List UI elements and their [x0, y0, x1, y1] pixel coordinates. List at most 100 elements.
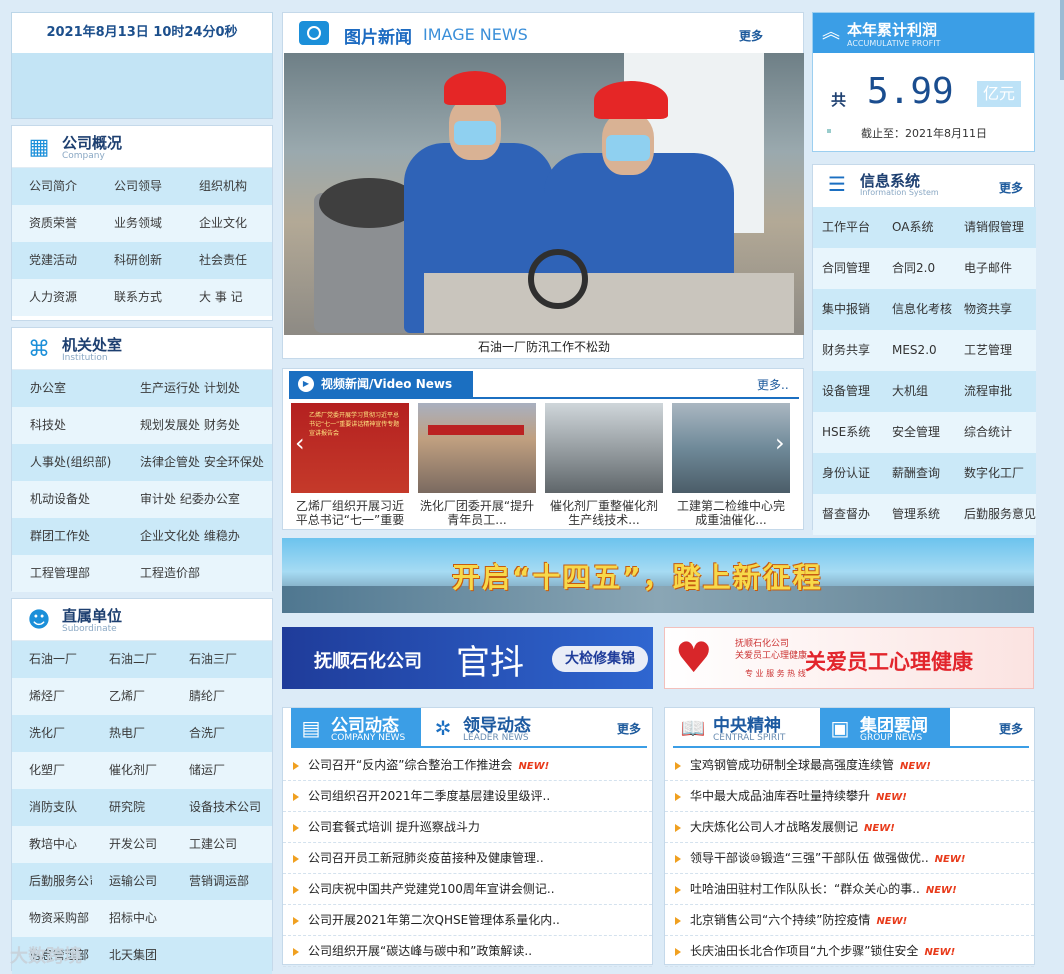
- info-system-link[interactable]: 集中报销: [813, 289, 883, 330]
- banner-mental-health[interactable]: ♥ 抚顺石化公司 关爱员工心理健康 专 业 服 务 热 线 关爱员工心理健康: [664, 627, 1034, 689]
- info-system-link[interactable]: 工作平台: [813, 207, 883, 248]
- nav-link[interactable]: 规划发展处 财务处: [122, 407, 272, 444]
- nav-link[interactable]: 人事处(组织部): [12, 444, 122, 481]
- nav-link[interactable]: 业务领域: [97, 205, 182, 242]
- image-news-caption[interactable]: 石油一厂防汛工作不松劲: [284, 335, 804, 359]
- info-system-link[interactable]: 数字化工厂: [955, 453, 1036, 494]
- video-caption-2[interactable]: 洗化厂团委开展“提升青年员工...: [418, 499, 536, 527]
- nav-link[interactable]: 群团工作处: [12, 518, 122, 555]
- info-system-link[interactable]: 薪酬查询: [883, 453, 955, 494]
- tab-central-spirit[interactable]: 📖 中央精神 CENTRAL SPIRIT: [673, 708, 818, 748]
- news-item[interactable]: 公司组织召开2021年二季度基层建设里级评..: [283, 781, 652, 812]
- news-item[interactable]: 华中最大成品油库吞吐量持续攀升 NEW!: [665, 781, 1034, 812]
- nav-link[interactable]: 热电厂: [92, 715, 172, 752]
- nav-link[interactable]: 办公室: [12, 370, 122, 407]
- video-caption-1[interactable]: 乙烯厂组织开展习近平总书记“七一”重要讲话: [291, 499, 409, 527]
- nav-link[interactable]: 生产运行处 计划处: [122, 370, 272, 407]
- nav-link[interactable]: 北天集团: [92, 937, 172, 974]
- nav-link[interactable]: 设备技术公司: [172, 789, 272, 826]
- video-thumb-2[interactable]: [418, 403, 536, 493]
- nav-link[interactable]: 大 事 记: [182, 279, 272, 316]
- nav-link[interactable]: 腈纶厂: [172, 678, 272, 715]
- tab-group-news[interactable]: ▣ 集团要闻 GROUP NEWS: [820, 708, 950, 748]
- info-system-link[interactable]: 电子邮件: [955, 248, 1036, 289]
- info-system-link[interactable]: 合同2.0: [883, 248, 955, 289]
- nav-link[interactable]: 资质荣誉: [12, 205, 97, 242]
- banner-14th-five-year[interactable]: 开启“十四五”，踏上新征程: [282, 538, 1034, 613]
- news-item[interactable]: 公司组织开展“碳达峰与碳中和”政策解读..: [283, 936, 652, 967]
- chevron-right-icon[interactable]: ›: [775, 429, 785, 457]
- nav-link[interactable]: 合洗厂: [172, 715, 272, 752]
- news-item[interactable]: 吐哈油田驻村工作队队长：“群众关心的事.. NEW!: [665, 874, 1034, 905]
- video-caption-4[interactable]: 工建第二检维中心完成重油催化...: [672, 499, 790, 527]
- image-news-more-link[interactable]: 更多: [739, 27, 763, 44]
- info-system-link[interactable]: 合同管理: [813, 248, 883, 289]
- nav-link[interactable]: 烯烃厂: [12, 678, 92, 715]
- nav-link[interactable]: 研究院: [92, 789, 172, 826]
- news-item[interactable]: 公司召开员工新冠肺炎疫苗接种及健康管理..: [283, 843, 652, 874]
- nav-link[interactable]: 法律企管处 安全环保处: [122, 444, 272, 481]
- nav-link[interactable]: 消防支队: [12, 789, 92, 826]
- info-system-link[interactable]: HSE系统: [813, 412, 883, 453]
- nav-link[interactable]: 洗化厂: [12, 715, 92, 752]
- info-system-link[interactable]: 工艺管理: [955, 330, 1036, 371]
- nav-link[interactable]: 乙烯厂: [92, 678, 172, 715]
- video-thumb-3[interactable]: [545, 403, 663, 493]
- nav-link[interactable]: 公司简介: [12, 168, 97, 205]
- video-thumb-1[interactable]: 乙烯厂党委开展学习贯彻习近平总书记“七一”重要讲话精神宣传专题宣讲报告会: [291, 403, 409, 493]
- nav-link[interactable]: 科技处: [12, 407, 122, 444]
- nav-link[interactable]: 科研创新: [97, 242, 182, 279]
- nav-link[interactable]: 企业文化处 维稳办: [122, 518, 272, 555]
- video-caption-3[interactable]: 催化剂厂重整催化剂生产线技术...: [545, 499, 663, 527]
- info-system-link[interactable]: 物资共享: [955, 289, 1036, 330]
- video-news-more-link[interactable]: 更多..: [757, 376, 789, 393]
- image-news-photo[interactable]: [284, 53, 804, 335]
- scrollbar[interactable]: [1060, 0, 1064, 80]
- info-system-link[interactable]: 请销假管理: [955, 207, 1036, 248]
- info-system-link[interactable]: 后勤服务意见: [955, 494, 1036, 535]
- chevron-left-icon[interactable]: ‹: [295, 429, 305, 457]
- nav-link[interactable]: 化塑厂: [12, 752, 92, 789]
- nav-link[interactable]: 催化剂厂: [92, 752, 172, 789]
- nav-link[interactable]: 储运厂: [172, 752, 272, 789]
- company-news-more-link[interactable]: 更多: [617, 720, 641, 737]
- news-item[interactable]: 长庆油田长北合作项目“九个步骤”锁住安全 NEW!: [665, 936, 1034, 967]
- news-item[interactable]: 公司庆祝中国共产党建党100周年宣讲会侧记..: [283, 874, 652, 905]
- nav-link[interactable]: 社会责任: [182, 242, 272, 279]
- nav-link[interactable]: 运输公司: [92, 863, 172, 900]
- nav-link[interactable]: 党建活动: [12, 242, 97, 279]
- banner-official-douyin[interactable]: 抚顺石化公司 官抖 大检修集锦: [282, 627, 653, 689]
- nav-link[interactable]: 招标中心: [92, 900, 172, 937]
- news-item[interactable]: 公司套餐式培训 提升巡察战斗力: [283, 812, 652, 843]
- news-item[interactable]: 北京销售公司“六个持续”防控疫情 NEW!: [665, 905, 1034, 936]
- info-system-link[interactable]: 信息化考核: [883, 289, 955, 330]
- nav-link[interactable]: 企业文化: [182, 205, 272, 242]
- nav-link[interactable]: 联系方式: [97, 279, 182, 316]
- nav-link[interactable]: 教培中心: [12, 826, 92, 863]
- nav-link[interactable]: 石油三厂: [172, 641, 272, 678]
- nav-link[interactable]: 工程管理部: [12, 555, 122, 592]
- nav-link[interactable]: 组织机构: [182, 168, 272, 205]
- video-thumb-4[interactable]: [672, 403, 790, 493]
- tab-company-news[interactable]: ▤ 公司动态 COMPANY NEWS: [291, 708, 421, 748]
- info-system-link[interactable]: MES2.0: [883, 330, 955, 371]
- nav-link[interactable]: 营销调运部: [172, 863, 272, 900]
- nav-link[interactable]: 后勤服务公司: [12, 863, 92, 900]
- info-system-link[interactable]: 设备管理: [813, 371, 883, 412]
- nav-link[interactable]: 开发公司: [92, 826, 172, 863]
- tab-leader-news[interactable]: ✲ 领导动态 LEADER NEWS: [423, 708, 553, 748]
- nav-link[interactable]: 物资采购部: [12, 900, 92, 937]
- nav-link[interactable]: 工建公司: [172, 826, 272, 863]
- nav-link[interactable]: 石油二厂: [92, 641, 172, 678]
- news-item[interactable]: 公司召开“反内盗”综合整治工作推进会 NEW!: [283, 750, 652, 781]
- nav-link[interactable]: 机动设备处: [12, 481, 122, 518]
- info-system-link[interactable]: 管理系统: [883, 494, 955, 535]
- nav-link[interactable]: 人力资源: [12, 279, 97, 316]
- info-system-link[interactable]: 身份认证: [813, 453, 883, 494]
- news-item[interactable]: 公司开展2021年第二次QHSE管理体系量化内..: [283, 905, 652, 936]
- nav-link[interactable]: 公司领导: [97, 168, 182, 205]
- info-system-link[interactable]: 财务共享: [813, 330, 883, 371]
- info-system-link[interactable]: 流程审批: [955, 371, 1036, 412]
- nav-link[interactable]: 石油一厂: [12, 641, 92, 678]
- info-system-link[interactable]: 督查督办: [813, 494, 883, 535]
